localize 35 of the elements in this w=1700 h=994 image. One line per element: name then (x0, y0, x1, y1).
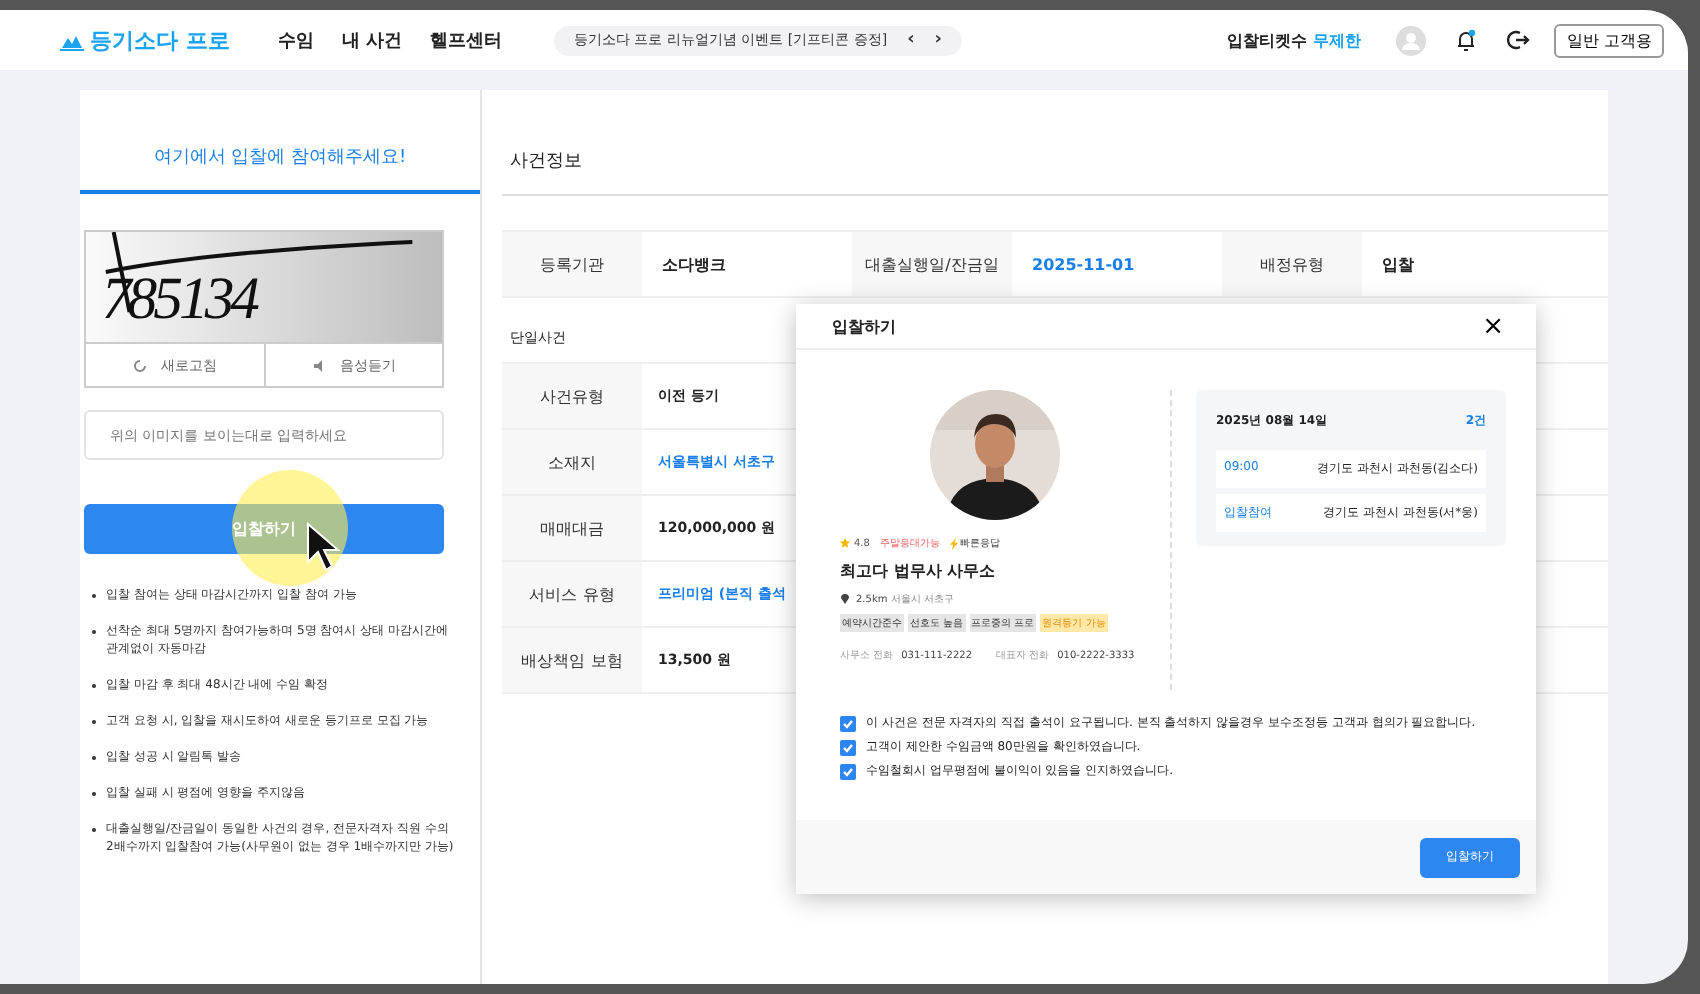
checkbox[interactable] (840, 715, 856, 731)
field-label: 매매대금 (502, 496, 642, 560)
tab[interactable]: 여기에서 입찰에 참여해주세요! (80, 90, 480, 194)
bell-icon[interactable] (1454, 28, 1479, 52)
ticket-count: 입찰티켓수 무제한 (1227, 29, 1361, 51)
star-icon (840, 538, 850, 548)
captcha-image: 785134 (86, 232, 442, 342)
logout-icon[interactable] (1506, 28, 1531, 52)
prev-button[interactable]: ‹ (907, 30, 915, 50)
lightning-icon (949, 537, 958, 549)
field-label: 배상책임 보험 (502, 628, 642, 692)
checkbox[interactable] (840, 739, 856, 755)
field-label: 등록기관 (502, 232, 642, 296)
field-label: 대출실행일/잔금일 (852, 232, 1012, 296)
cursor-icon (306, 522, 342, 574)
field-value: 소다뱅크 (660, 253, 726, 277)
field-label: 서비스 유형 (502, 562, 642, 626)
next-button[interactable]: › (934, 30, 943, 50)
field-label: 소재지 (502, 430, 642, 494)
nav-link[interactable]: 수임 (277, 27, 314, 53)
close-button[interactable]: × (1482, 313, 1504, 339)
field-label: 배정유형 (1222, 232, 1362, 296)
refresh-icon (132, 357, 149, 373)
customer-mode-button[interactable]: 일반 고객용 (1554, 23, 1664, 57)
dialog-title: 입찰하기 (832, 315, 896, 337)
nav-link[interactable]: 내 사건 (341, 27, 402, 53)
checkbox[interactable] (840, 763, 856, 779)
field-label: 사건유형 (502, 364, 642, 428)
field-value: 2025-11-01 (1030, 253, 1135, 277)
office-name: 최고다 법무사 사무소 (840, 560, 998, 582)
tab[interactable]: 사건정보 (502, 90, 590, 194)
field-value: 입찰 (1380, 253, 1414, 277)
location-icon (840, 592, 850, 604)
speaker-icon (311, 357, 328, 373)
nav-link[interactable]: 헬프센터 (429, 27, 502, 53)
